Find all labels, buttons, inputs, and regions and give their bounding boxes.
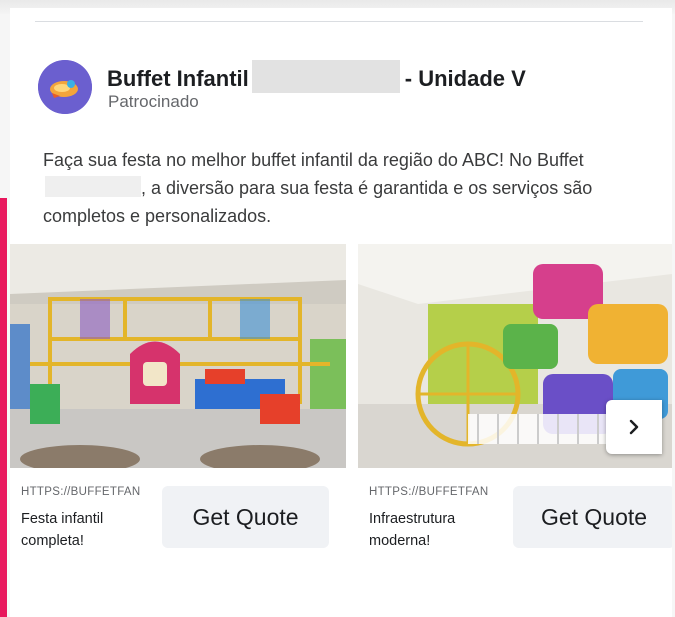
divider [35,21,643,22]
chevron-right-icon [629,419,639,435]
item-url: HTTPS://BUFFETFAN [369,486,489,498]
caption-start: Faça sua festa no melhor buffet infantil… [43,150,584,170]
page-name[interactable]: Buffet Infantil - Unidade V [107,60,526,93]
item-title: Infraestrutura moderna! [369,511,456,549]
accent-bar [0,198,7,617]
carousel-photo[interactable] [10,244,346,468]
get-quote-button[interactable]: Get Quote [513,486,672,548]
post-caption: Faça sua festa no melhor buffet infantil… [43,146,643,230]
redacted-name-inline [45,176,141,197]
page-avatar[interactable] [38,60,92,114]
item-title: Festa infantil completa! [21,511,104,549]
redacted-name [251,60,400,93]
item-url: HTTPS://BUFFETFAN [21,486,141,498]
sponsored-label: Patrocinado [108,92,199,111]
carousel-next-button[interactable] [606,400,662,454]
carousel-item[interactable]: HTTPS://BUFFETFAN Festa infantil complet… [10,244,346,549]
avatar-logo-icon [38,60,92,114]
page-name-suffix: - Unidade V [404,66,526,91]
page-name-prefix: Buffet Infantil [107,66,249,91]
playground-photo [10,244,346,468]
sponsored-post-card: Buffet Infantil - Unidade V Patrocinado F… [10,8,672,617]
get-quote-button[interactable]: Get Quote [162,486,329,548]
